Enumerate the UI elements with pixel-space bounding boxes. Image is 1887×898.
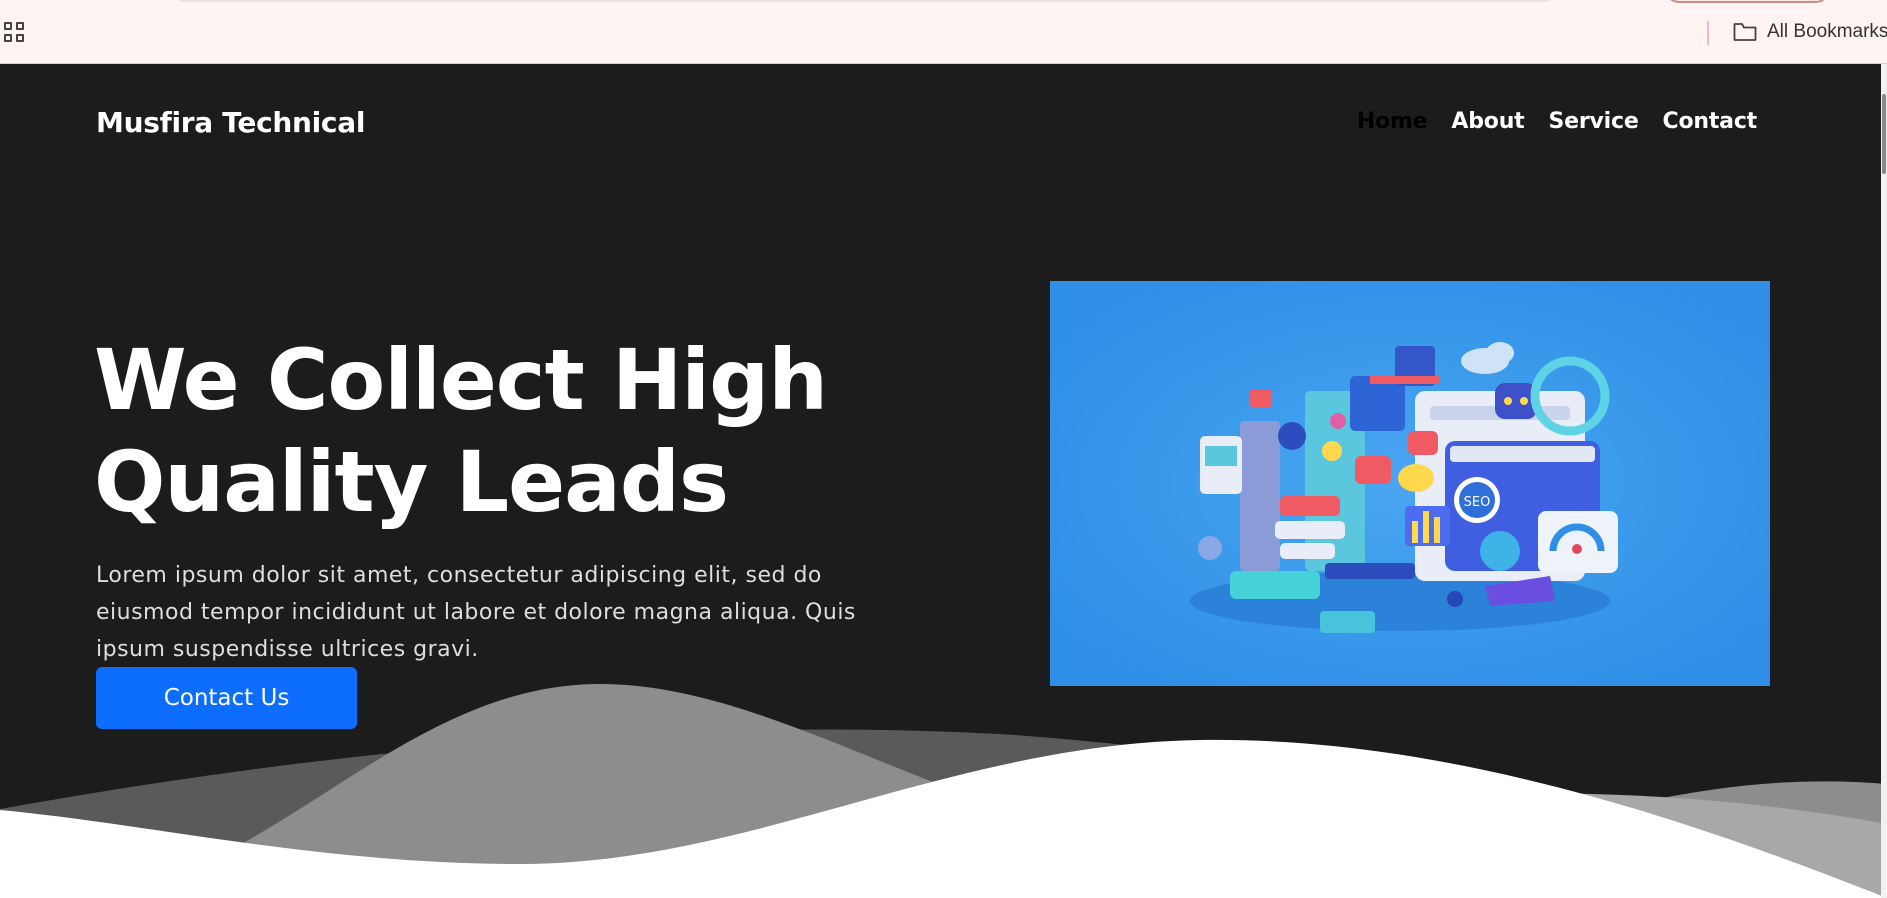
- nav-home[interactable]: Home: [1357, 109, 1428, 134]
- nav-about[interactable]: About: [1451, 109, 1524, 134]
- address-bar[interactable]: [175, 0, 1555, 2]
- contact-us-label: Contact Us: [163, 685, 290, 711]
- all-bookmarks-button[interactable]: All Bookmarks: [1733, 20, 1887, 44]
- hero-illustration: SEO: [1050, 281, 1770, 686]
- contact-us-button[interactable]: Contact Us: [96, 667, 357, 729]
- hero-description: Lorem ipsum dolor sit amet, consectetur …: [96, 563, 856, 662]
- nav-contact[interactable]: Contact: [1663, 109, 1758, 134]
- svg-text:SEO: SEO: [1464, 495, 1491, 510]
- hero-title: We Collect High Quality Leads: [94, 331, 828, 531]
- page-scrollbar[interactable]: [1881, 64, 1887, 898]
- main-nav: Home About Service Contact: [1357, 109, 1757, 134]
- hero-section: Musfira Technical Home About Service Con…: [0, 64, 1887, 898]
- bookmarks-bar: All Bookmarks: [0, 0, 1887, 64]
- scrollbar-thumb[interactable]: [1882, 94, 1886, 174]
- apps-grid-icon[interactable]: [4, 22, 26, 44]
- all-bookmarks-label: All Bookmarks: [1767, 21, 1887, 42]
- profile-button[interactable]: [1665, 0, 1830, 3]
- folder-icon: [1733, 23, 1757, 41]
- bookmarks-separator: [1707, 21, 1709, 45]
- brand-logo[interactable]: Musfira Technical: [96, 106, 365, 139]
- nav-service[interactable]: Service: [1548, 109, 1638, 134]
